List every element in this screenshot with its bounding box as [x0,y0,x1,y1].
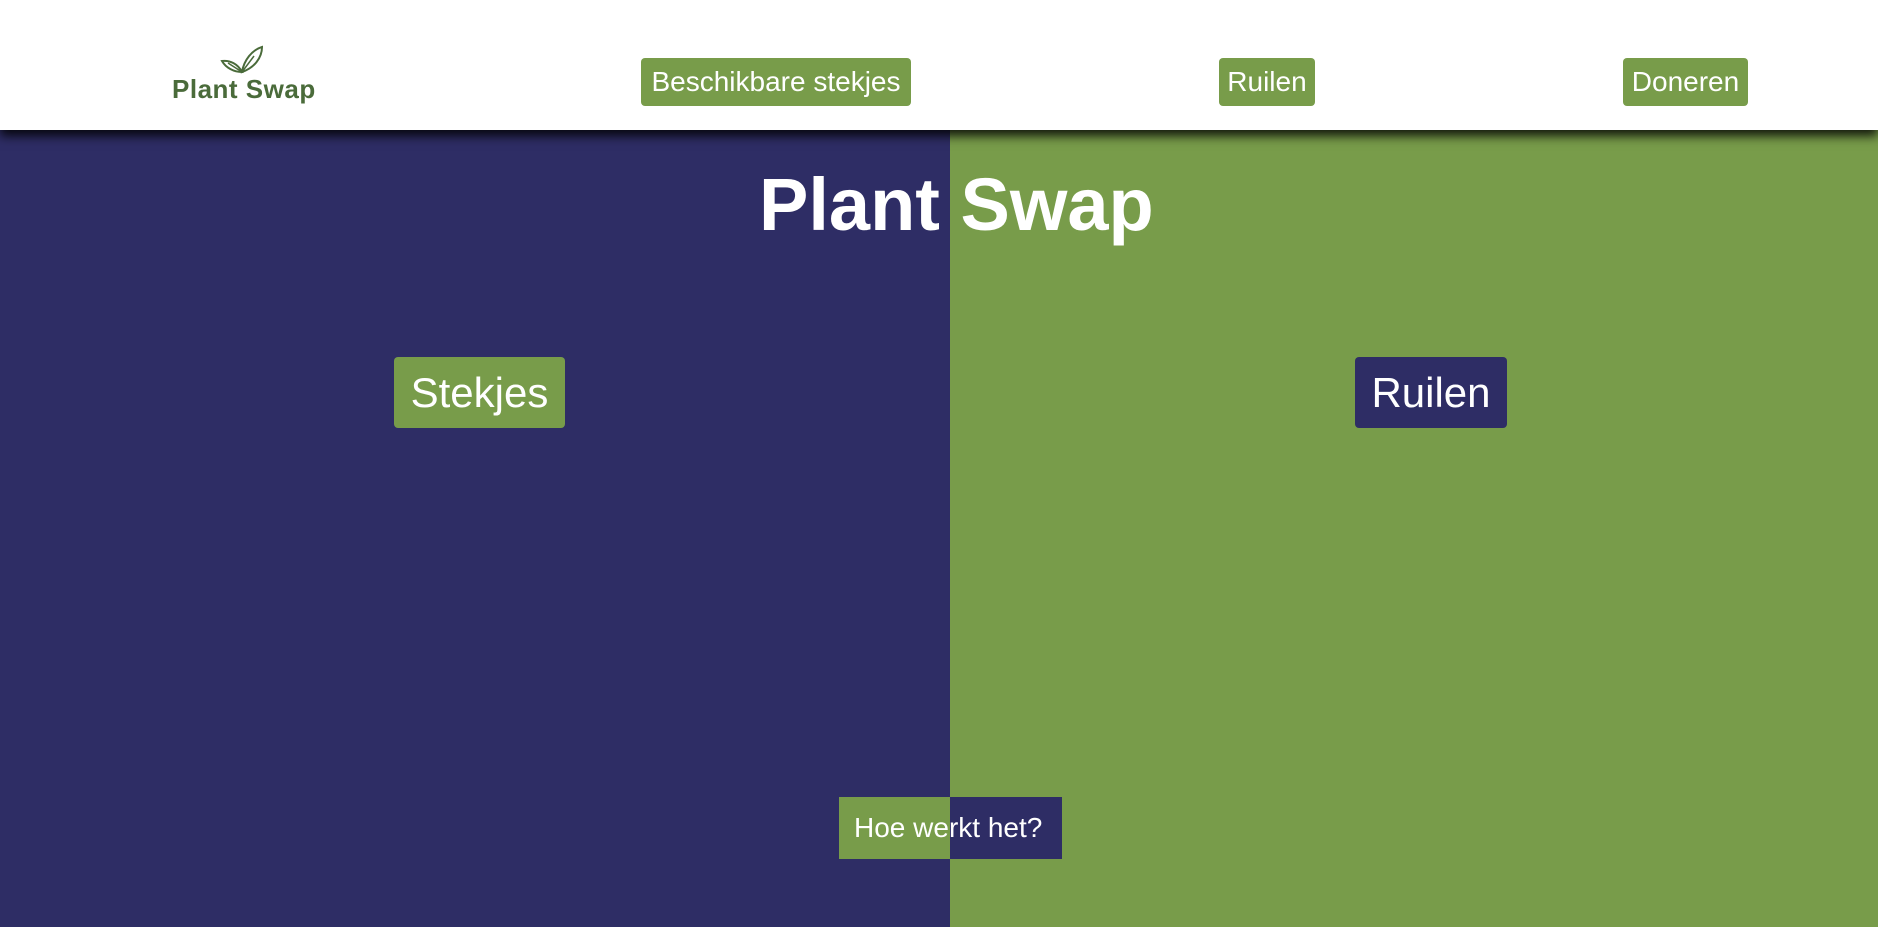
how-it-works-label-right: Hoe werkt het? [950,812,1043,843]
logo-text: Plant Swap [172,74,316,104]
nav-ruilen[interactable]: Ruilen [1219,58,1315,106]
page-title-left: Plant Swap [0,160,950,250]
page-title-text-right: Plant Swap [950,163,1154,246]
page-title-right: Plant Swap [950,160,1878,250]
page: Plant Swap Beschikbare stekjes Ruilen Do… [0,0,1878,927]
page-title-text: Plant Swap [759,163,950,246]
how-it-works-label: Hoe werkt het? [854,812,950,843]
header-bar: Plant Swap Beschikbare stekjes Ruilen Do… [0,0,1878,130]
how-it-works-button[interactable]: Hoe werkt het? Hoe werkt het? [839,797,1062,859]
how-it-works-left: Hoe werkt het? [839,797,950,859]
logo[interactable]: Plant Swap [172,44,316,104]
ruilen-button[interactable]: Ruilen [1355,357,1507,428]
leaf-icon [220,45,264,74]
how-it-works-right: Hoe werkt het? [950,797,1062,859]
nav-beschikbare-stekjes[interactable]: Beschikbare stekjes [641,58,911,106]
stekjes-button[interactable]: Stekjes [394,357,565,428]
right-panel-green [950,0,1878,927]
nav-doneren[interactable]: Doneren [1623,58,1748,106]
page-title: Plant Swap Plant Swap [0,160,1878,250]
left-panel-navy [0,0,950,927]
